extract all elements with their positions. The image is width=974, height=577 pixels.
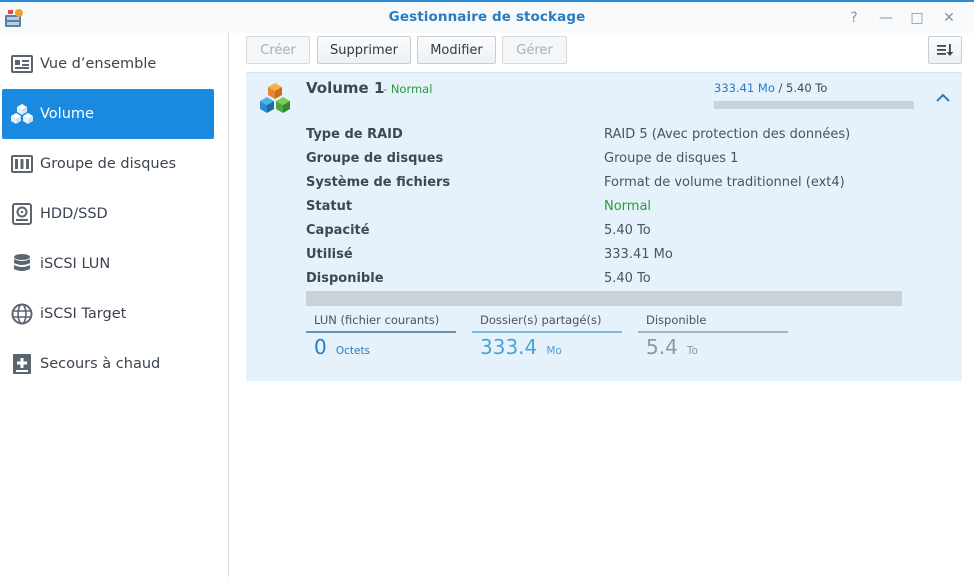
volume-panel[interactable]: Volume 1 - Normal 333.41 Mo / 5.40 To Ty…: [246, 72, 962, 381]
detail-key: Statut: [306, 199, 353, 214]
stat-unit: Octets: [335, 345, 371, 357]
close-icon: ✕: [943, 10, 955, 26]
stat-label: Disponible: [638, 311, 788, 333]
stat-unit: Mo: [546, 345, 562, 357]
detail-value: 333.41 Mo: [604, 247, 673, 262]
stat-available: Disponible 5.4 To: [638, 311, 788, 359]
delete-button[interactable]: Supprimer: [317, 36, 411, 64]
stat-value: 0 Octets: [306, 335, 456, 359]
minimize-icon: —: [879, 10, 893, 26]
volume-cubes-icon: [260, 83, 290, 113]
usage-summary: 333.41 Mo / 5.40 To: [714, 81, 827, 95]
stat-lun: LUN (fichier courants) 0 Octets: [306, 311, 456, 359]
detail-row-raid-type: Type de RAID RAID 5 (Avec protection des…: [306, 127, 946, 147]
detail-value: Format de volume traditionnel (ext4): [604, 175, 845, 190]
hdd-icon: [10, 202, 34, 226]
modify-button[interactable]: Modifier: [417, 36, 496, 64]
detail-value: Normal: [604, 199, 652, 214]
detail-key: Groupe de disques: [306, 151, 444, 166]
sidebar-item-volume[interactable]: Volume: [2, 89, 214, 139]
sort-button[interactable]: [928, 36, 962, 64]
detail-key: Utilisé: [306, 247, 353, 262]
window-title: Gestionnaire de stockage: [388, 9, 586, 25]
help-icon: ?: [850, 10, 858, 26]
sidebar-item-hdd-ssd[interactable]: HDD/SSD: [2, 189, 214, 239]
sidebar-item-iscsi-target[interactable]: iSCSI Target: [2, 289, 214, 339]
sidebar: Vue d’ensemble Volume Groupe de disques …: [0, 33, 229, 577]
sidebar-item-label: iSCSI LUN: [40, 256, 111, 272]
sidebar-item-label: Secours à chaud: [40, 356, 161, 372]
minimize-button[interactable]: —: [877, 9, 895, 27]
detail-value: RAID 5 (Avec protection des données): [604, 127, 851, 142]
usage-separator: /: [778, 81, 783, 95]
create-button[interactable]: Créer: [246, 36, 310, 64]
detail-key: Disponible: [306, 271, 384, 286]
title-bar: Gestionnaire de stockage ? — □ ✕: [0, 0, 974, 33]
sidebar-item-overview[interactable]: Vue d’ensemble: [2, 39, 214, 89]
storage-manager-window: Gestionnaire de stockage ? — □ ✕ Vue d’e…: [0, 0, 974, 577]
sidebar-item-hot-spare[interactable]: Secours à chaud: [2, 339, 214, 389]
help-button[interactable]: ?: [845, 9, 863, 27]
stat-shared-folders: Dossier(s) partagé(s) 333.4 Mo: [472, 311, 622, 359]
detail-value: 5.40 To: [604, 223, 651, 238]
maximize-button[interactable]: □: [908, 9, 926, 27]
volume-status: - Normal: [383, 82, 432, 96]
stat-value: 5.4 To: [638, 335, 788, 359]
sidebar-item-label: iSCSI Target: [40, 306, 127, 322]
hot-spare-icon: [10, 352, 34, 376]
disk-group-icon: [10, 152, 34, 176]
sidebar-item-label: Volume: [40, 106, 94, 122]
detail-row-used: Utilisé 333.41 Mo: [306, 247, 946, 267]
sidebar-item-label: Vue d’ensemble: [40, 56, 157, 72]
detail-key: Système de fichiers: [306, 175, 451, 190]
volume-cubes-icon: [10, 102, 34, 126]
detail-key: Type de RAID: [306, 127, 403, 142]
overview-icon: [10, 52, 34, 76]
maximize-icon: □: [910, 10, 924, 26]
sidebar-item-label: HDD/SSD: [40, 206, 108, 222]
sort-icon: [937, 44, 954, 56]
status-separator: -: [383, 82, 388, 96]
close-button[interactable]: ✕: [940, 9, 958, 27]
detail-row-status: Statut Normal: [306, 199, 946, 219]
total-space: 5.40 To: [786, 81, 828, 95]
stat-number: 5.4: [646, 335, 678, 359]
status-text: Normal: [390, 82, 433, 96]
stat-number: 333.4: [480, 335, 538, 359]
space-allocation-bar: [306, 291, 902, 306]
detail-row-capacity: Capacité 5.40 To: [306, 223, 946, 243]
detail-row-file-system: Système de fichiers Format de volume tra…: [306, 175, 946, 195]
stat-value: 333.4 Mo: [472, 335, 622, 359]
detail-key: Capacité: [306, 223, 370, 238]
stat-number: 0: [314, 335, 327, 359]
globe-icon: [10, 302, 34, 326]
sidebar-item-label: Groupe de disques: [40, 156, 177, 172]
stat-unit: To: [686, 345, 698, 357]
detail-row-available: Disponible 5.40 To: [306, 271, 946, 291]
collapse-chevron-up-icon[interactable]: [934, 89, 952, 107]
stat-label: Dossier(s) partagé(s): [472, 311, 622, 333]
stat-label: LUN (fichier courants): [306, 311, 456, 333]
used-space: 333.41 Mo: [714, 81, 775, 95]
detail-value: Groupe de disques 1: [604, 151, 739, 166]
database-icon: [10, 252, 34, 276]
sidebar-item-disk-group[interactable]: Groupe de disques: [2, 139, 214, 189]
usage-bar: [714, 101, 914, 109]
detail-value: 5.40 To: [604, 271, 651, 286]
manage-button[interactable]: Gérer: [502, 36, 567, 64]
volume-name: Volume 1: [306, 79, 385, 97]
detail-row-disk-group: Groupe de disques Groupe de disques 1: [306, 151, 946, 171]
sidebar-item-iscsi-lun[interactable]: iSCSI LUN: [2, 239, 214, 289]
